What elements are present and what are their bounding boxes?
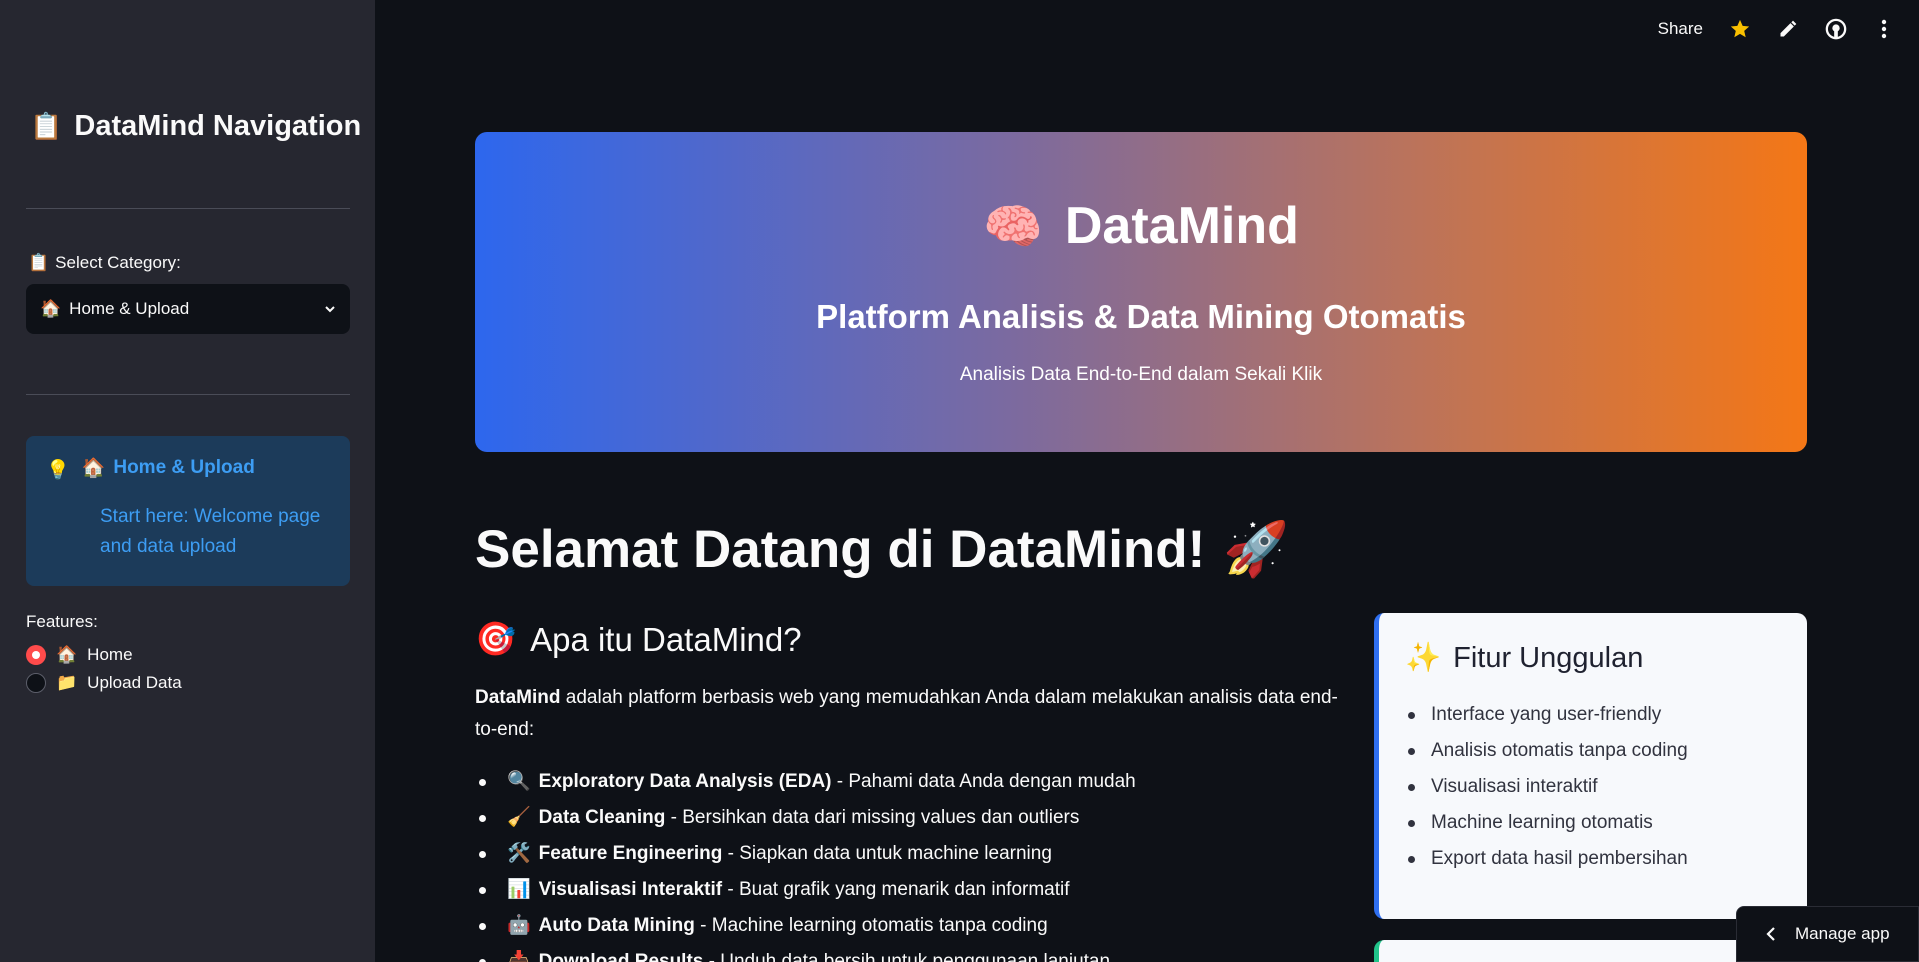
feature-name: Feature Engineering (538, 843, 723, 864)
radio-selected-icon (26, 645, 46, 665)
list-item: Visualisasi interaktif (1405, 769, 1781, 805)
list-item: Interface yang user-friendly (1405, 697, 1781, 733)
feature-desc: - Unduh data bersih untuk penggunaan lan… (703, 951, 1111, 962)
feature-name: Visualisasi Interaktif (538, 879, 723, 900)
card-title: ✨ Fitur Unggulan (1405, 641, 1781, 675)
radio-upload-data[interactable]: 📁 Upload Data (26, 673, 182, 693)
feature-name: Auto Data Mining (538, 915, 695, 936)
page-title-text: Selamat Datang di DataMind! (475, 519, 1206, 579)
feature-desc: - Pahami data Anda dengan mudah (831, 771, 1136, 792)
category-label-text: Select Category: (55, 253, 181, 272)
radio-unselected-icon (26, 673, 46, 693)
manage-app-label: Manage app (1795, 924, 1890, 943)
hero-title-text: DataMind (1064, 197, 1299, 255)
info-box: 💡 🏠 Home & Upload Start here: Welcome pa… (26, 436, 350, 586)
broom-icon: 🧹 (507, 807, 531, 828)
sidebar: 📋 DataMind Navigation 📋 Select Category:… (0, 0, 375, 962)
share-button[interactable]: Share (1658, 19, 1703, 39)
hero-tagline: Analisis Data End-to-End dalam Sekali Kl… (959, 364, 1323, 385)
hero-banner: 🧠 DataMind Platform Analisis & Data Mini… (475, 132, 1807, 452)
list-item: 🤖 Auto Data Mining - Machine learning oto… (475, 908, 1136, 944)
sidebar-title: 📋 DataMind Navigation (30, 110, 361, 143)
home-icon: 🏠 (56, 645, 78, 664)
github-icon[interactable] (1825, 18, 1847, 40)
feature-desc: - Machine learning otomatis tanpa coding (694, 915, 1048, 936)
list-item: Machine learning otomatis (1405, 805, 1781, 841)
list-item: 🔍 Exploratory Data Analysis (EDA) - Paham… (475, 764, 1136, 800)
download-icon: 📥 (507, 951, 531, 962)
folder-icon: 📁 (56, 673, 78, 692)
feature-desc: - Siapkan data untuk machine learning (722, 843, 1052, 864)
list-item: Analisis otomatis tanpa coding (1405, 733, 1781, 769)
info-description: Start here: Welcome page and data upload (100, 506, 321, 557)
toolbar: Share (1658, 18, 1895, 40)
category-select[interactable]: 🏠 Home & Upload (26, 284, 350, 334)
section-heading-text: Apa itu DataMind? (530, 620, 802, 658)
section-heading: 🎯 Apa itu DataMind? (475, 620, 802, 659)
radio-label: Upload Data (87, 673, 182, 692)
list-item: 🛠️ Feature Engineering - Siapkan data unt… (475, 836, 1136, 872)
intro-bold: DataMind (475, 687, 561, 708)
page-title: Selamat Datang di DataMind! 🚀 (475, 518, 1289, 580)
divider (26, 394, 350, 395)
feature-desc: - Buat grafik yang menarik dan informati… (722, 879, 1070, 900)
card-title-text: Fitur Unggulan (1453, 641, 1644, 674)
chevron-left-icon (1766, 927, 1775, 941)
edit-icon[interactable] (1777, 18, 1799, 40)
brain-icon: 🧠 (983, 200, 1043, 254)
category-selected-value: Home & Upload (69, 299, 190, 318)
lightbulb-icon: 💡 (46, 460, 70, 481)
star-icon[interactable] (1729, 18, 1751, 40)
feature-name: Exploratory Data Analysis (EDA) (538, 771, 832, 792)
feature-name: Data Cleaning (538, 807, 666, 828)
hero-title: 🧠 DataMind (475, 196, 1807, 256)
feature-list: 🔍 Exploratory Data Analysis (EDA) - Paham… (475, 764, 1136, 962)
radio-home[interactable]: 🏠 Home (26, 645, 133, 665)
clipboard-icon: 📋 (28, 253, 50, 272)
intro-paragraph: DataMind adalah platform berbasis web ya… (475, 682, 1355, 746)
rocket-icon: 🚀 (1223, 520, 1290, 579)
feature-name: Download Results (538, 951, 704, 962)
clipboard-icon: 📋 (30, 111, 63, 141)
home-icon: 🏠 (81, 458, 106, 479)
more-icon[interactable] (1873, 18, 1895, 40)
chart-icon: 📊 (507, 879, 531, 900)
magnifier-icon: 🔍 (507, 771, 531, 792)
target-icon: 🎯 (475, 620, 517, 657)
intro-text: adalah platform berbasis web yang memuda… (475, 687, 1338, 740)
list-item: 🧹 Data Cleaning - Bersihkan data dari mis… (475, 800, 1136, 836)
category-label: 📋 Select Category: (28, 253, 181, 273)
list-item: Export data hasil pembersihan (1405, 841, 1781, 877)
info-title-text: Home & Upload (113, 457, 255, 478)
radio-label: Home (87, 645, 133, 664)
list-item: 📊 Visualisasi Interaktif - Buat grafik ya… (475, 872, 1136, 908)
sparkles-icon: ✨ (1405, 642, 1442, 674)
info-title: 🏠 Home & Upload (82, 456, 255, 480)
chevron-down-icon (325, 306, 335, 313)
feature-card: ✨ Fitur Unggulan Interface yang user-fri… (1374, 613, 1807, 919)
manage-app-button[interactable]: Manage app (1736, 906, 1919, 962)
hero-subtitle: Platform Analisis & Data Mining Otomatis (816, 298, 1466, 335)
list-item: 📥 Download Results - Unduh data bersih un… (475, 944, 1136, 962)
card-list: Interface yang user-friendly Analisis ot… (1405, 697, 1781, 877)
divider (26, 208, 350, 209)
tools-icon: 🛠️ (507, 843, 531, 864)
feature-desc: - Bersihkan data dari missing values dan… (665, 807, 1080, 828)
robot-icon: 🤖 (507, 915, 531, 936)
sidebar-title-text: DataMind Navigation (74, 110, 362, 142)
home-icon: 🏠 (40, 299, 62, 318)
features-label: Features: (26, 612, 98, 631)
